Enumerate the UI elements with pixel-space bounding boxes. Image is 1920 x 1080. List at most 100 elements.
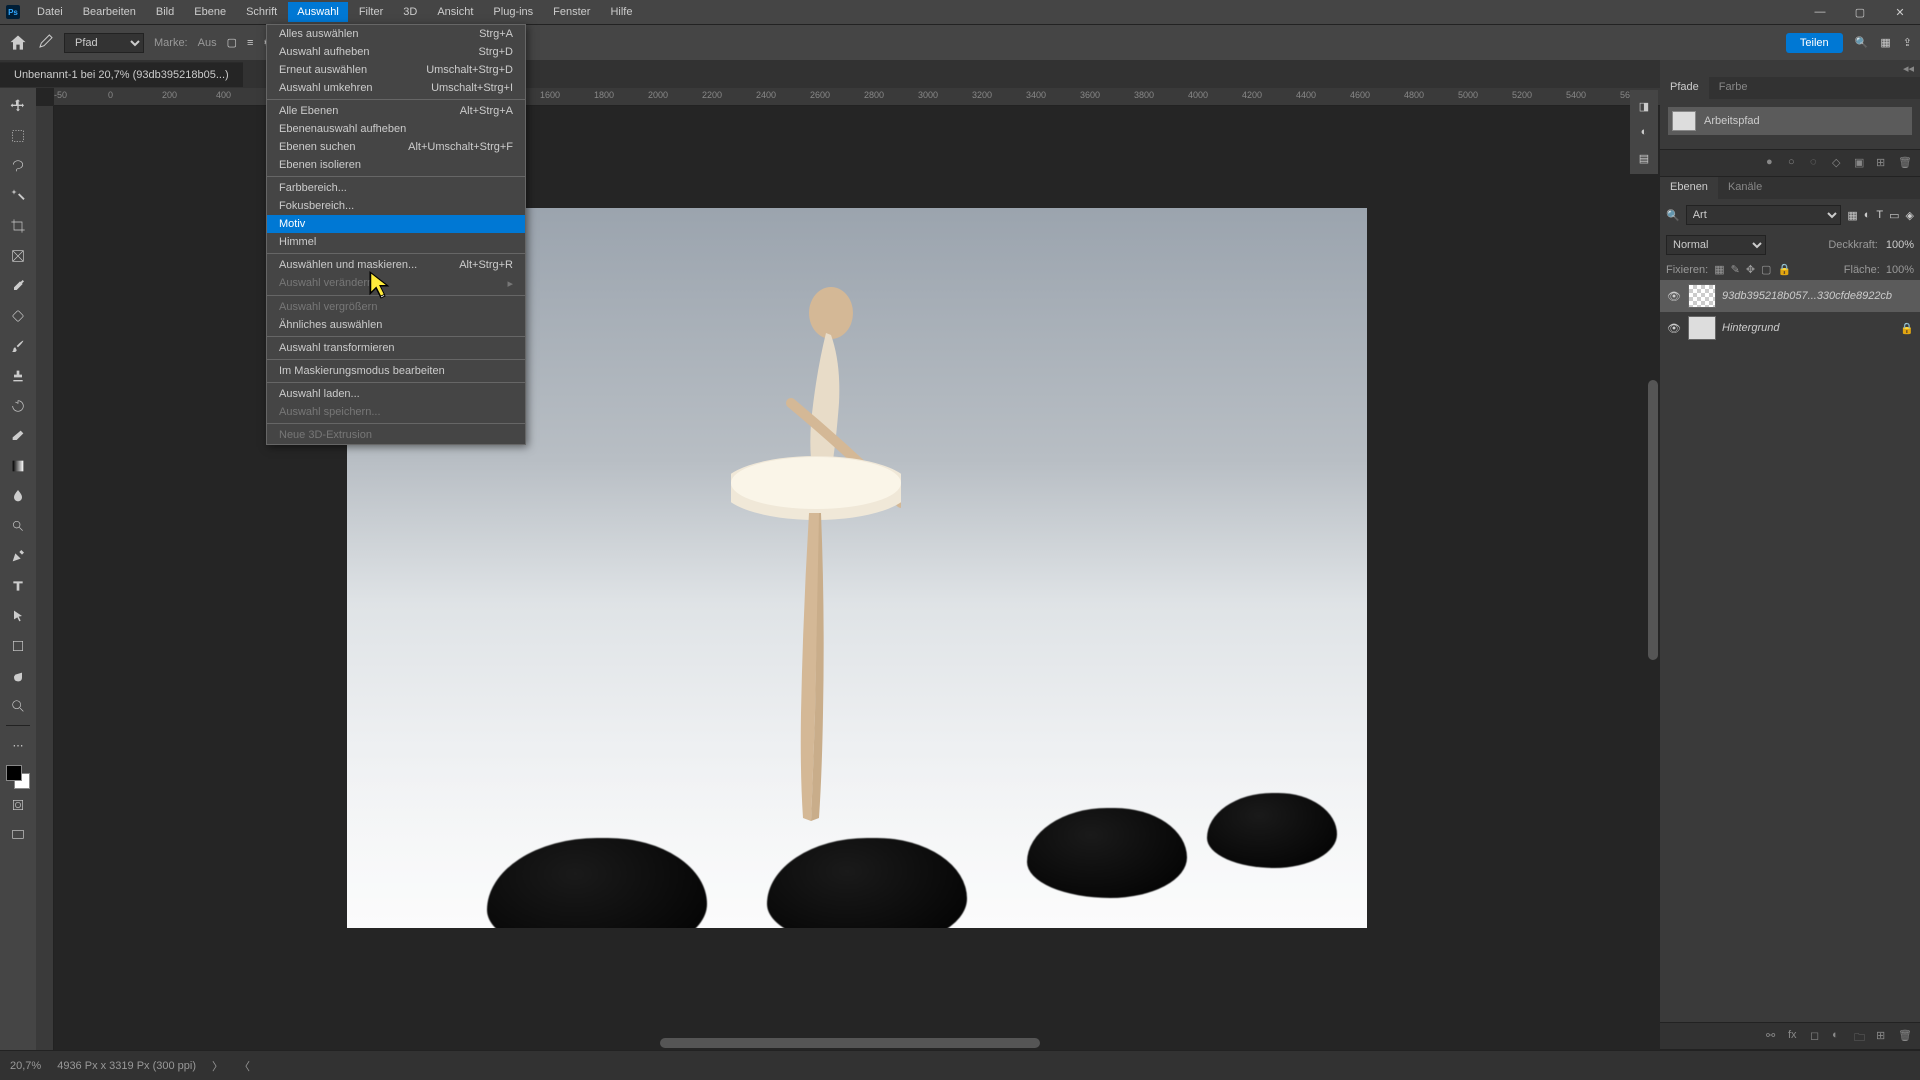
type-tool[interactable]: [4, 572, 32, 600]
wand-tool[interactable]: [4, 182, 32, 210]
lasso-tool[interactable]: [4, 152, 32, 180]
menu-bild[interactable]: Bild: [147, 2, 183, 22]
channels-tab[interactable]: Kanäle: [1718, 177, 1772, 199]
layer-row[interactable]: 👁 Hintergrund 🔒: [1660, 312, 1920, 344]
blend-mode-select[interactable]: Normal: [1666, 235, 1766, 255]
path-op-combine-icon[interactable]: ▢: [227, 36, 237, 49]
document-tab[interactable]: Unbenannt-1 bei 20,7% (93db395218b05...): [0, 62, 243, 87]
dodge-tool[interactable]: [4, 512, 32, 540]
menu-item[interactable]: Ebenen isolieren: [267, 156, 525, 174]
lock-icon[interactable]: 🔒: [1900, 322, 1914, 335]
menu-item[interactable]: Auswahl umkehrenUmschalt+Strg+I: [267, 79, 525, 97]
document-info[interactable]: 4936 Px x 3319 Px (300 ppi): [57, 1060, 196, 1072]
brush-tool[interactable]: [4, 332, 32, 360]
workspace-icon[interactable]: ▦: [1880, 36, 1890, 49]
lock-artboard-icon[interactable]: ▢: [1761, 263, 1771, 276]
screen-mode-toggle[interactable]: [4, 821, 32, 849]
mode-select[interactable]: Pfad: [64, 33, 144, 53]
visibility-toggle-icon[interactable]: 👁: [1666, 290, 1682, 303]
link-layers-icon[interactable]: ⚯: [1766, 1029, 1780, 1043]
lock-paint-icon[interactable]: ✎: [1731, 263, 1740, 276]
visibility-toggle-icon[interactable]: 👁: [1666, 322, 1682, 335]
path-select-tool[interactable]: [4, 602, 32, 630]
menu-item[interactable]: Ähnliches auswählen: [267, 316, 525, 334]
menu-hilfe[interactable]: Hilfe: [601, 2, 641, 22]
layer-style-icon[interactable]: fx: [1788, 1029, 1802, 1043]
lock-all-icon[interactable]: 🔒: [1777, 263, 1791, 276]
share-button[interactable]: Teilen: [1786, 33, 1843, 53]
filter-pixel-icon[interactable]: ▦: [1847, 209, 1857, 222]
vertical-ruler[interactable]: [36, 106, 54, 1050]
vertical-scrollbar[interactable]: [1648, 380, 1658, 660]
fill-value[interactable]: 100%: [1886, 264, 1914, 276]
menu-auswahl[interactable]: Auswahl: [288, 2, 348, 22]
dock-icon-adjustments[interactable]: ◐: [1632, 120, 1656, 144]
stroke-path-icon[interactable]: ○: [1788, 156, 1802, 170]
close-button[interactable]: ✕: [1880, 0, 1920, 24]
new-layer-icon[interactable]: ⊞: [1876, 1029, 1890, 1043]
menu-ebene[interactable]: Ebene: [185, 2, 235, 22]
menu-bearbeiten[interactable]: Bearbeiten: [74, 2, 145, 22]
crop-tool[interactable]: [4, 212, 32, 240]
fill-path-icon[interactable]: ●: [1766, 156, 1780, 170]
export-icon[interactable]: ⇪: [1903, 36, 1912, 49]
quick-mask-toggle[interactable]: [4, 791, 32, 819]
menu-item[interactable]: Auswahl laden...: [267, 385, 525, 403]
statusbar-nav-icon[interactable]: 〉: [212, 1058, 223, 1074]
aus-label[interactable]: Aus: [198, 37, 217, 49]
filter-type-icon[interactable]: T: [1876, 209, 1883, 221]
lock-position-icon[interactable]: ✥: [1746, 263, 1755, 276]
menu-item[interactable]: Motiv: [267, 215, 525, 233]
menu-item[interactable]: Ebenen suchenAlt+Umschalt+Strg+F: [267, 138, 525, 156]
layer-thumbnail[interactable]: [1688, 284, 1716, 308]
gradient-tool[interactable]: [4, 452, 32, 480]
filter-shape-icon[interactable]: ▭: [1889, 209, 1899, 222]
menu-plugins[interactable]: Plug-ins: [484, 2, 542, 22]
menu-item[interactable]: Ebenenauswahl aufheben: [267, 120, 525, 138]
menu-item[interactable]: Im Maskierungsmodus bearbeiten: [267, 362, 525, 380]
menu-item[interactable]: Erneut auswählenUmschalt+Strg+D: [267, 61, 525, 79]
rectangle-tool[interactable]: [4, 632, 32, 660]
filter-smart-icon[interactable]: ◈: [1906, 209, 1914, 222]
edit-toolbar[interactable]: ⋯: [4, 731, 32, 759]
pen-tool[interactable]: [4, 542, 32, 570]
hand-tool[interactable]: [4, 662, 32, 690]
menu-item[interactable]: Farbbereich...: [267, 179, 525, 197]
pen-tool-icon[interactable]: [38, 33, 54, 52]
mask-path-icon[interactable]: ▣: [1854, 156, 1868, 170]
minimize-button[interactable]: —: [1800, 0, 1840, 24]
layer-thumbnail[interactable]: [1688, 316, 1716, 340]
move-tool[interactable]: [4, 92, 32, 120]
menu-fenster[interactable]: Fenster: [544, 2, 599, 22]
path-op-align-icon[interactable]: ≡: [247, 37, 253, 49]
collapse-panel-icon[interactable]: ◂◂: [1660, 60, 1920, 77]
marquee-tool[interactable]: [4, 122, 32, 150]
delete-layer-icon[interactable]: 🗑: [1898, 1029, 1912, 1043]
home-icon[interactable]: [8, 33, 28, 53]
frame-tool[interactable]: [4, 242, 32, 270]
layer-group-icon[interactable]: 🗀: [1854, 1029, 1868, 1043]
color-tab[interactable]: Farbe: [1709, 77, 1758, 99]
maximize-button[interactable]: ▢: [1840, 0, 1880, 24]
layer-row[interactable]: 👁 93db395218b057...330cfde8922cb: [1660, 280, 1920, 312]
menu-item[interactable]: Himmel: [267, 233, 525, 251]
eyedropper-tool[interactable]: [4, 272, 32, 300]
dock-icon-properties[interactable]: ◨: [1632, 94, 1656, 118]
color-swatches[interactable]: [6, 765, 30, 789]
zoom-level[interactable]: 20,7%: [10, 1060, 41, 1072]
menu-item[interactable]: Auswahl transformieren: [267, 339, 525, 357]
menu-item[interactable]: Alles auswählenStrg+A: [267, 25, 525, 43]
search-icon[interactable]: 🔍: [1855, 36, 1869, 49]
adjustment-layer-icon[interactable]: ◐: [1832, 1029, 1846, 1043]
menu-filter[interactable]: Filter: [350, 2, 392, 22]
zoom-tool[interactable]: [4, 692, 32, 720]
horizontal-scrollbar[interactable]: [660, 1038, 1040, 1048]
path-to-selection-icon[interactable]: ◌: [1810, 156, 1824, 170]
stamp-tool[interactable]: [4, 362, 32, 390]
menu-item[interactable]: Auswählen und maskieren...Alt+Strg+R: [267, 256, 525, 274]
statusbar-nav-icon[interactable]: 〈: [239, 1058, 250, 1074]
paths-tab[interactable]: Pfade: [1660, 77, 1709, 99]
new-path-icon[interactable]: ⊞: [1876, 156, 1890, 170]
lock-transparency-icon[interactable]: ▦: [1714, 263, 1724, 276]
menu-schrift[interactable]: Schrift: [237, 2, 286, 22]
